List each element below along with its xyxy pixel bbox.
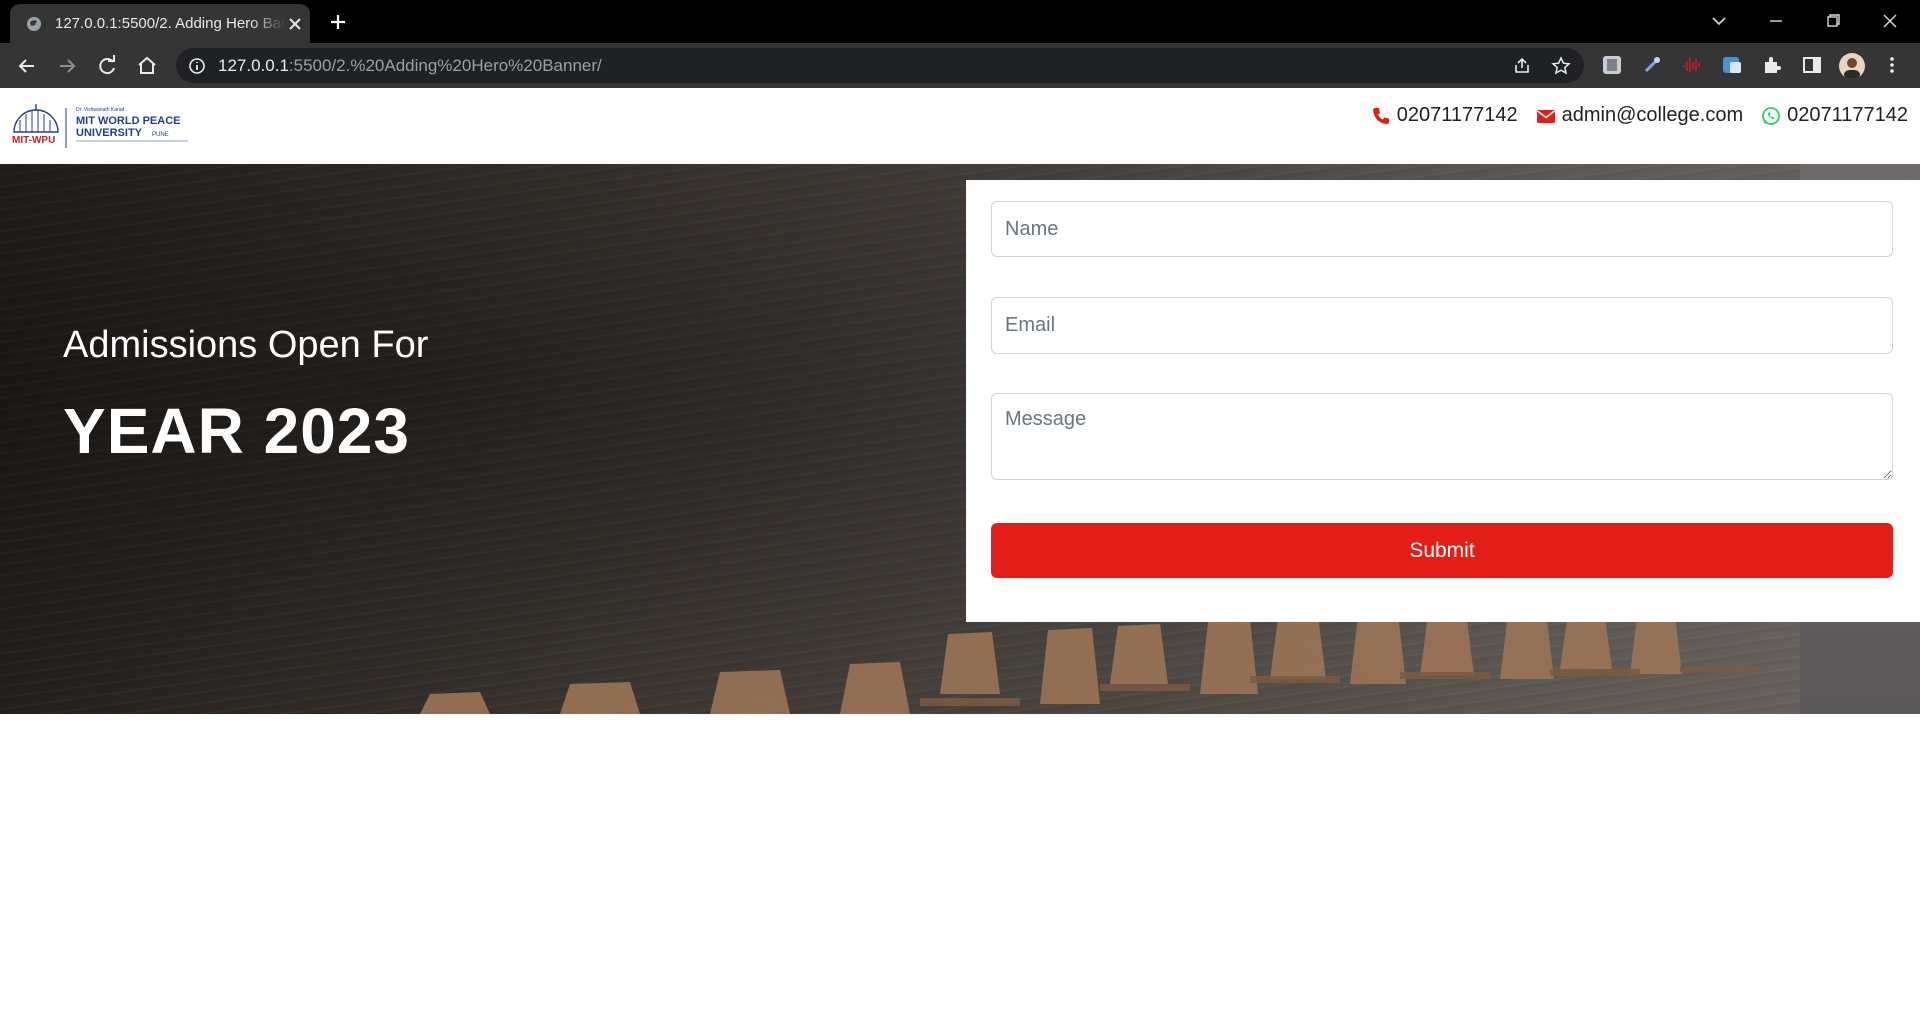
reload-icon[interactable] bbox=[94, 53, 120, 79]
browser-toolbar: 127.0.0.1:5500/2.%20Adding%20Hero%20Bann… bbox=[0, 43, 1920, 88]
menu-kebab-icon[interactable] bbox=[1881, 54, 1903, 76]
share-icon[interactable] bbox=[1512, 56, 1532, 76]
extension-1-icon[interactable] bbox=[1601, 54, 1623, 76]
submit-button[interactable]: Submit bbox=[991, 523, 1893, 578]
email-input[interactable] bbox=[991, 297, 1893, 354]
globe-icon bbox=[27, 17, 41, 31]
address-bar[interactable]: 127.0.0.1:5500/2.%20Adding%20Hero%20Bann… bbox=[176, 48, 1584, 83]
audio-extension-icon[interactable] bbox=[1681, 54, 1703, 76]
url-host: 127.0.0.1 bbox=[218, 56, 289, 75]
tab-search-icon[interactable] bbox=[1706, 8, 1732, 34]
hero-title: YEAR 2023 bbox=[63, 395, 410, 467]
university-logo[interactable]: MIT-WPU Dr. Vishwanath Karad MIT WORLD P… bbox=[12, 102, 192, 152]
new-tab-icon[interactable] bbox=[326, 10, 350, 34]
bookmark-star-icon[interactable] bbox=[1551, 56, 1571, 76]
site-header: MIT-WPU Dr. Vishwanath Karad MIT WORLD P… bbox=[0, 88, 1920, 164]
logo-abbr: MIT-WPU bbox=[12, 135, 55, 146]
url-text[interactable]: 127.0.0.1:5500/2.%20Adding%20Hero%20Bann… bbox=[218, 56, 602, 76]
whatsapp-icon bbox=[1762, 106, 1781, 125]
email-address: admin@college.com bbox=[1561, 104, 1744, 126]
restore-icon[interactable] bbox=[1820, 8, 1846, 34]
home-icon[interactable] bbox=[134, 53, 160, 79]
hero-banner: Admissions Open For YEAR 2023 Submit bbox=[0, 164, 1920, 714]
minimize-icon[interactable] bbox=[1763, 8, 1789, 34]
envelope-icon bbox=[1536, 109, 1555, 123]
tab-title: 127.0.0.1:5500/2. Adding Hero Banner bbox=[55, 15, 285, 32]
forward-icon[interactable] bbox=[54, 53, 80, 79]
name-input[interactable] bbox=[991, 201, 1893, 257]
phone-number: 02071177142 bbox=[1396, 104, 1518, 126]
whatsapp-number: 02071177142 bbox=[1787, 104, 1908, 126]
info-icon[interactable] bbox=[188, 57, 206, 75]
color-picker-icon[interactable] bbox=[1641, 54, 1663, 76]
logo-line2: UNIVERSITY bbox=[76, 127, 143, 139]
browser-tab-bar: 127.0.0.1:5500/2. Adding Hero Banner bbox=[0, 0, 1920, 43]
contact-phone[interactable]: 02071177142 bbox=[1371, 104, 1518, 127]
extensions-puzzle-icon[interactable] bbox=[1761, 54, 1783, 76]
browser-tab[interactable]: 127.0.0.1:5500/2. Adding Hero Banner bbox=[10, 4, 310, 43]
profile-avatar[interactable] bbox=[1839, 53, 1865, 79]
logo-top-text: Dr. Vishwanath Karad bbox=[76, 107, 124, 113]
back-icon[interactable] bbox=[14, 53, 40, 79]
side-panel-icon[interactable] bbox=[1801, 54, 1823, 76]
hero-subtitle: Admissions Open For bbox=[63, 324, 429, 366]
phone-icon bbox=[1372, 107, 1389, 124]
translate-icon[interactable] bbox=[1721, 54, 1743, 76]
profile-avatar-icon bbox=[1844, 58, 1860, 79]
header-contacts: 02071177142 admin@college.com 0207117714… bbox=[1371, 104, 1908, 127]
close-tab-icon[interactable] bbox=[286, 15, 304, 33]
logo-line1: MIT WORLD PEACE bbox=[76, 115, 181, 127]
logo-city: PUNE bbox=[152, 132, 169, 138]
message-textarea[interactable] bbox=[991, 393, 1893, 480]
close-window-icon[interactable] bbox=[1877, 8, 1903, 34]
url-path: :5500/2.%20Adding%20Hero%20Banner/ bbox=[288, 56, 602, 75]
enquiry-form: Submit bbox=[966, 180, 1920, 622]
contact-whatsapp[interactable]: 02071177142 bbox=[1761, 104, 1908, 127]
contact-email[interactable]: admin@college.com bbox=[1536, 104, 1744, 127]
